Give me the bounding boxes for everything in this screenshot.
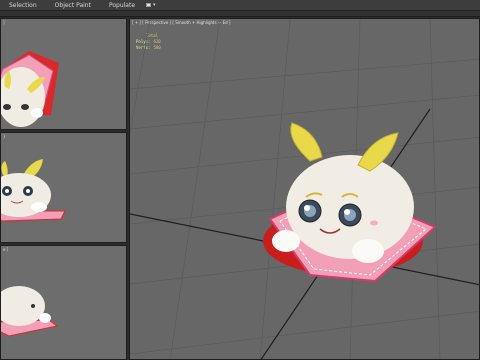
- blush: [370, 220, 378, 226]
- viewport-perspective[interactable]: [ + ] [ Perspective ] [ Smooth + Highlig…: [129, 18, 480, 360]
- perspective-scene: [130, 19, 479, 359]
- color-swatch-icon: [146, 3, 152, 7]
- front-view-model: [1, 159, 66, 222]
- paw: [31, 202, 47, 212]
- menu-selection[interactable]: Selection: [0, 0, 46, 11]
- character-model: [263, 122, 437, 283]
- viewport-top[interactable]: ]: [0, 18, 127, 130]
- paw-left: [272, 230, 300, 252]
- eye: [21, 104, 29, 110]
- eye: [3, 104, 11, 110]
- paw-right: [352, 239, 384, 263]
- paw: [39, 313, 51, 323]
- 3d-editor-window: Selection Object Paint Populate ▾ ] } e …: [0, 0, 480, 360]
- top-view-model: [1, 51, 59, 127]
- display-swatch-dropdown[interactable]: ▾: [144, 2, 158, 8]
- menu-object-paint[interactable]: Object Paint: [46, 0, 100, 11]
- chevron-down-icon: ▾: [153, 2, 156, 8]
- viewport-front[interactable]: }: [0, 132, 127, 243]
- leaf: [1, 161, 8, 177]
- viewport-left[interactable]: e ]: [0, 245, 127, 360]
- leaf-left: [290, 122, 323, 162]
- left-view-model: [1, 286, 59, 337]
- menu-populate[interactable]: Populate: [100, 0, 144, 11]
- eye: [31, 304, 35, 308]
- paw: [31, 108, 43, 118]
- ribbon-strip: [0, 11, 480, 17]
- menu-bar: Selection Object Paint Populate ▾: [0, 0, 480, 11]
